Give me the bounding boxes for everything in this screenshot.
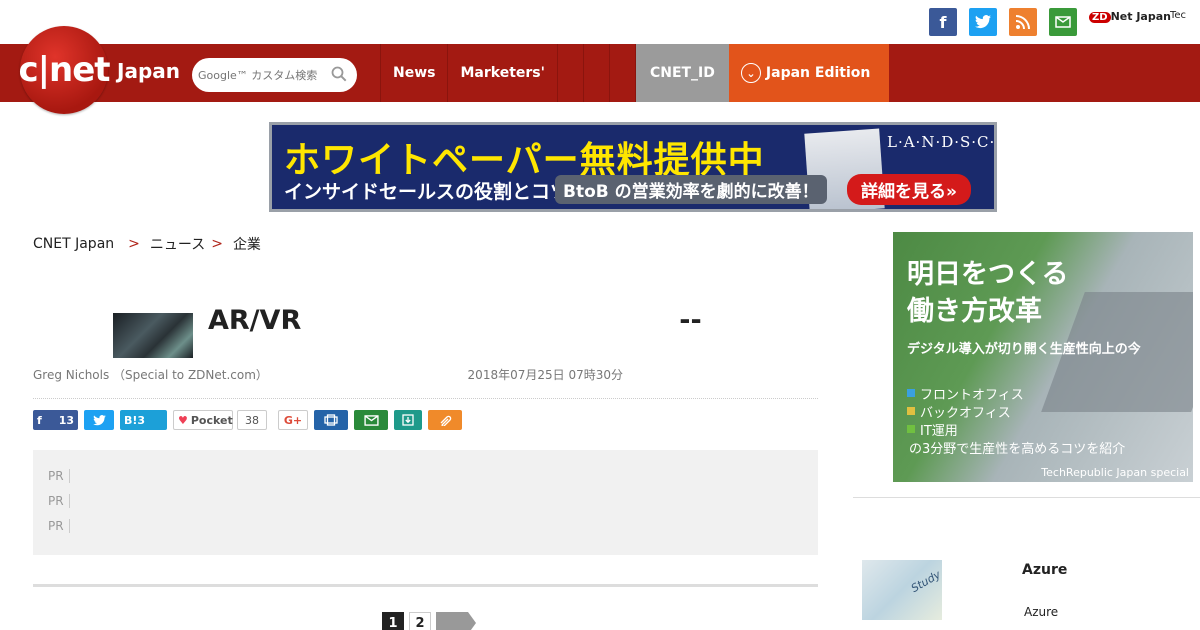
zdnet-japan-logo[interactable]: ZD Net Japan	[1089, 10, 1171, 23]
divider	[33, 584, 818, 587]
article-title-line1: AR/VR --	[208, 270, 864, 336]
search-input[interactable]	[198, 68, 328, 82]
mail-icon[interactable]	[1049, 8, 1077, 36]
edition-label: Japan Edition	[765, 65, 871, 81]
side-ad-headline: 明日をつくる 働き方改革	[907, 256, 1068, 330]
banner-subtitle: インサイドセールスの役割とコツ	[284, 181, 570, 203]
bullet-square	[907, 425, 915, 433]
side-ad-list: フロントオフィス バックオフィス IT運用	[907, 384, 1024, 439]
side-ad-headline-line2: 働き方改革	[907, 296, 1042, 327]
chevron-down-icon: ⌄	[740, 63, 761, 83]
page-2-button[interactable]: 2	[409, 612, 431, 630]
print-button[interactable]	[314, 410, 348, 430]
facebook-share-button[interactable]: f 13	[33, 410, 78, 430]
side-ad-headline-line1: 明日をつくる	[907, 259, 1069, 290]
twitter-icon[interactable]	[969, 8, 997, 36]
next-page-arrow-icon[interactable]	[436, 612, 476, 630]
nav-item-marketers[interactable]: Marketers'	[448, 44, 556, 102]
article-title: AR/VR --	[208, 268, 818, 373]
twitter-icon	[92, 414, 106, 425]
facebook-icon: f	[37, 413, 42, 427]
nav-item-blank-2[interactable]	[584, 44, 609, 102]
nav-item-news[interactable]: News	[381, 44, 447, 102]
hatena-bookmark-button[interactable]: B! 3	[120, 410, 167, 430]
breadcrumb-separator: >	[128, 236, 140, 252]
twitter-share-button[interactable]	[84, 410, 114, 430]
paperclip-icon	[440, 415, 452, 426]
article-byline: Greg Nichols （Special to ZDNet.com） 2018…	[33, 368, 623, 382]
pr-link-text	[76, 516, 720, 536]
side-ad-subtitle: デジタル導入が切り開く生産性向上の今	[907, 342, 1141, 357]
breadcrumb-news[interactable]: ニュース	[150, 234, 205, 254]
pr-tag: PR	[48, 468, 70, 483]
pocket-icon: ♥	[178, 413, 188, 427]
pr-link[interactable]: PR	[48, 513, 803, 538]
facebook-icon[interactable]: f	[929, 8, 957, 36]
pr-link[interactable]: PR	[48, 463, 803, 488]
download-icon	[402, 414, 414, 426]
banner-cta-button[interactable]: 詳細を見る»	[847, 174, 971, 205]
hatena-icon: B!	[124, 413, 138, 427]
mail-icon	[363, 414, 379, 426]
clip-button[interactable]	[428, 410, 462, 430]
pocket-count: 38	[237, 410, 267, 430]
pocket-label: Pocket	[190, 413, 233, 427]
related-description-line1	[952, 584, 1192, 598]
techrepublic-logo[interactable]: Tec	[1170, 10, 1186, 21]
save-button[interactable]	[394, 410, 422, 430]
share-bar: f 13 B! 3 ♥ Pocket 38 G+	[33, 409, 468, 431]
edition-selector[interactable]: ⌄ Japan Edition	[728, 44, 889, 102]
pr-links-box: PR PR PR	[33, 450, 818, 555]
nav-item-cnet-id[interactable]: CNET_ID	[635, 44, 729, 102]
print-icon	[324, 414, 338, 426]
nav-item-blank-3[interactable]	[610, 44, 635, 102]
pocket-button[interactable]: ♥ Pocket	[173, 410, 233, 430]
list-item: バックオフィス	[907, 402, 1024, 421]
top-social-bar: f ZD Net Japan Tec	[0, 0, 1200, 44]
related-thumbnail-text: Study	[908, 567, 943, 596]
divider	[853, 497, 1200, 498]
facebook-share-count: 13	[58, 413, 74, 427]
pr-tag: PR	[48, 518, 70, 533]
pr-link[interactable]: PR	[48, 488, 803, 513]
related-description-line2: Azure	[952, 605, 1179, 619]
pr-tag: PR	[48, 493, 70, 508]
article-thumbnail[interactable]	[113, 313, 193, 358]
bullet-square	[907, 389, 915, 397]
search-box[interactable]	[192, 58, 357, 92]
main-nav: News Marketers' CNET_ID ⌄ Japan Edition	[380, 44, 889, 102]
bullet-square	[907, 407, 915, 415]
hatena-count: 3	[137, 413, 146, 427]
pr-link-text	[76, 466, 636, 486]
side-ad-credit: TechRepublic Japan special	[1041, 466, 1189, 479]
breadcrumb-home[interactable]: CNET Japan	[33, 236, 114, 252]
side-ad-body: の3分野で生産性を高めるコツを紹介	[909, 442, 1126, 457]
cnet-logo[interactable]: c|net	[18, 26, 111, 114]
landscape-logo: L·A·N·D·S·C·A·P·E	[887, 133, 996, 151]
related-description: Azure	[952, 581, 1192, 623]
page-1-button[interactable]: 1	[382, 612, 404, 630]
related-section-title	[863, 512, 927, 536]
related-thumbnail[interactable]: Study	[862, 560, 943, 620]
banner-ad[interactable]: ホワイトペーパー無料提供中 L·A·N·D·S·C·A·P·E インサイドセール…	[269, 122, 997, 212]
side-ad[interactable]: 明日をつくる 働き方改革 デジタル導入が切り開く生産性向上の今 フロントオフィス…	[893, 232, 1193, 482]
pr-link-text	[76, 491, 734, 511]
banner-tagline: BtoB の営業効率を劇的に改善！	[555, 175, 827, 204]
google-plus-button[interactable]: G+	[278, 410, 308, 430]
list-item: IT運用	[907, 420, 1024, 439]
cnet-japan-label[interactable]: Japan	[117, 59, 180, 83]
breadcrumb-company[interactable]: 企業	[233, 234, 261, 254]
email-share-button[interactable]	[354, 410, 388, 430]
search-icon[interactable]	[331, 66, 347, 82]
breadcrumb: CNET Japan > ニュース > 企業	[33, 234, 261, 254]
nav-item-blank-1[interactable]	[558, 44, 583, 102]
related-headline[interactable]: Azure	[952, 559, 1123, 579]
pagination: 1 2	[382, 612, 481, 630]
breadcrumb-separator: >	[211, 236, 223, 252]
list-item: フロントオフィス	[907, 384, 1024, 403]
rss-icon[interactable]	[1009, 8, 1037, 36]
divider	[33, 398, 818, 399]
